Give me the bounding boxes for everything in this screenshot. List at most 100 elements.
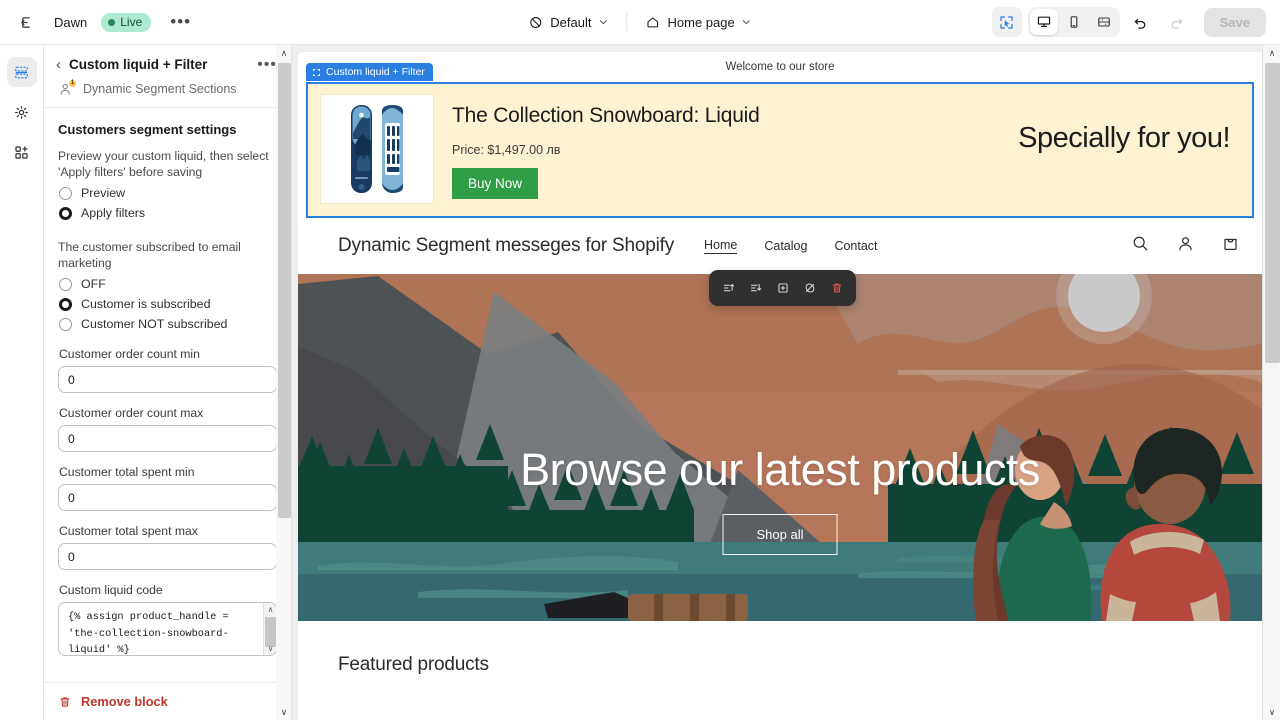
radio-label: OFF [81, 277, 106, 291]
preview-scrollbar[interactable]: ∧ ∨ [1262, 45, 1280, 720]
radio-label: Customer is subscribed [81, 297, 210, 311]
nav-link-home[interactable]: Home [704, 238, 737, 254]
panel-scroll-up-arrow[interactable]: ∧ [276, 45, 292, 61]
radio-option-off[interactable]: OFF [58, 274, 277, 294]
move-up-icon [722, 281, 736, 295]
page-selector[interactable]: Home page [637, 10, 759, 35]
radio-indicator-selected [59, 298, 72, 311]
app-attribution[interactable]: 1 Dynamic Segment Sections [56, 81, 277, 97]
device-desktop-button[interactable] [1030, 9, 1058, 35]
account-icon[interactable] [1176, 234, 1195, 258]
hero-banner[interactable]: Browse our latest products Shop all [298, 274, 1262, 621]
total-spent-min-input[interactable] [58, 484, 277, 511]
custom-liquid-code-value: {% assign product_handle = 'the-collecti… [59, 603, 276, 656]
rail-item-settings[interactable] [7, 97, 37, 127]
theme-name[interactable]: Dawn [54, 15, 87, 30]
topbar-right-group: Save [992, 7, 1266, 37]
panel-scrollbar[interactable]: ∧ ∨ [276, 45, 292, 720]
group-helper-text: Preview your custom liquid, then select … [58, 148, 277, 180]
field-label-total-spent-max: Customer total spent max [59, 524, 277, 538]
topbar-center-group: Default Home page [520, 10, 759, 35]
custom-liquid-code-editor[interactable]: {% assign product_handle = 'the-collecti… [58, 602, 277, 656]
trash-icon [58, 695, 72, 709]
device-fullscreen-button[interactable] [1090, 9, 1118, 35]
panel-back-button[interactable]: ‹ [56, 57, 61, 72]
locale-label: Default [550, 15, 591, 30]
fullscreen-icon [1096, 14, 1112, 30]
top-toolbar: Dawn Live ••• Default Home page [0, 0, 1280, 45]
exit-editor-button[interactable] [14, 9, 40, 35]
section-marker-icon [312, 68, 321, 77]
search-icon[interactable] [1131, 234, 1150, 258]
code-scrollbar[interactable]: ∧ ∨ [263, 603, 276, 655]
radio-label: Apply filters [81, 206, 145, 220]
home-icon [645, 15, 660, 30]
undo-icon [1132, 14, 1149, 31]
delete-section-button[interactable] [824, 276, 849, 300]
featured-products-title: Featured products [298, 621, 1262, 676]
rail-item-sections[interactable] [7, 57, 37, 87]
settings-panel: ‹ Custom liquid + Filter ••• 1 Dynamic S… [44, 45, 292, 720]
inspector-icon [998, 14, 1015, 31]
remove-block-label: Remove block [81, 694, 168, 709]
duplicate-icon [776, 281, 790, 295]
rail-item-apps[interactable] [7, 137, 37, 167]
device-mobile-button[interactable] [1060, 9, 1088, 35]
setting-group-email-subscription: The customer subscribed to email marketi… [58, 239, 277, 334]
order-count-max-input[interactable] [58, 425, 277, 452]
move-section-up-button[interactable] [716, 276, 741, 300]
panel-scrollbar-thumb[interactable] [278, 63, 291, 518]
delete-icon [830, 281, 844, 295]
order-count-min-input[interactable] [58, 366, 277, 393]
buy-now-button[interactable]: Buy Now [452, 168, 538, 199]
inspector-toggle-button[interactable] [992, 7, 1022, 37]
snowboard-product-image [329, 99, 425, 199]
preview-scrollbar-thumb[interactable] [1265, 63, 1280, 363]
panel-more-button[interactable]: ••• [257, 61, 277, 69]
save-button[interactable]: Save [1204, 8, 1266, 37]
radio-option-apply-filters[interactable]: Apply filters [58, 203, 277, 223]
app-blocks-icon [13, 144, 30, 161]
section-actions-toolbar [709, 270, 856, 306]
remove-block-button[interactable]: Remove block [58, 694, 277, 709]
field-label-custom-liquid: Custom liquid code [59, 583, 277, 597]
redo-button[interactable] [1162, 7, 1192, 37]
nav-link-catalog[interactable]: Catalog [764, 239, 807, 253]
panel-title: Custom liquid + Filter [69, 57, 249, 72]
live-dot-icon [108, 19, 115, 26]
device-preview-group [1028, 7, 1120, 37]
hide-section-button[interactable] [797, 276, 822, 300]
chevron-down-icon [598, 17, 608, 27]
theme-more-button[interactable]: ••• [165, 10, 196, 34]
left-rail [0, 45, 44, 720]
radio-option-not-subscribed[interactable]: Customer NOT subscribed [58, 314, 277, 334]
nav-link-contact[interactable]: Contact [834, 239, 877, 253]
preview-stage: Welcome to our store Custom liquid + Fil… [292, 45, 1280, 720]
toolbar-divider [626, 13, 627, 31]
preview-scroll-up-arrow[interactable]: ∧ [1263, 45, 1280, 61]
redo-icon [1168, 14, 1185, 31]
group-helper-text: The customer subscribed to email marketi… [58, 239, 277, 271]
duplicate-section-button[interactable] [770, 276, 795, 300]
selected-section-custom-liquid[interactable]: Custom liquid + Filter [306, 82, 1254, 218]
move-section-down-button[interactable] [743, 276, 768, 300]
panel-scroll-down-arrow[interactable]: ∨ [276, 704, 292, 720]
chevron-down-icon [742, 17, 752, 27]
undo-button[interactable] [1126, 7, 1156, 37]
panel-body: Customers segment settings Preview your … [44, 108, 291, 682]
globe-icon [528, 15, 543, 30]
locale-selector[interactable]: Default [520, 10, 616, 35]
total-spent-max-input[interactable] [58, 543, 277, 570]
move-down-icon [749, 281, 763, 295]
radio-label: Preview [81, 186, 125, 200]
cart-icon[interactable] [1221, 234, 1240, 258]
sections-icon [13, 64, 30, 81]
radio-option-preview[interactable]: Preview [58, 183, 277, 203]
live-status-badge: Live [101, 13, 151, 32]
product-image [320, 94, 434, 204]
section-label-tab[interactable]: Custom liquid + Filter [306, 63, 433, 81]
radio-option-subscribed[interactable]: Customer is subscribed [58, 294, 277, 314]
preview-scroll-down-arrow[interactable]: ∨ [1263, 704, 1280, 720]
shop-all-button[interactable]: Shop all [723, 514, 838, 555]
store-logo[interactable]: Dynamic Segment messeges for Shopify [338, 235, 674, 257]
